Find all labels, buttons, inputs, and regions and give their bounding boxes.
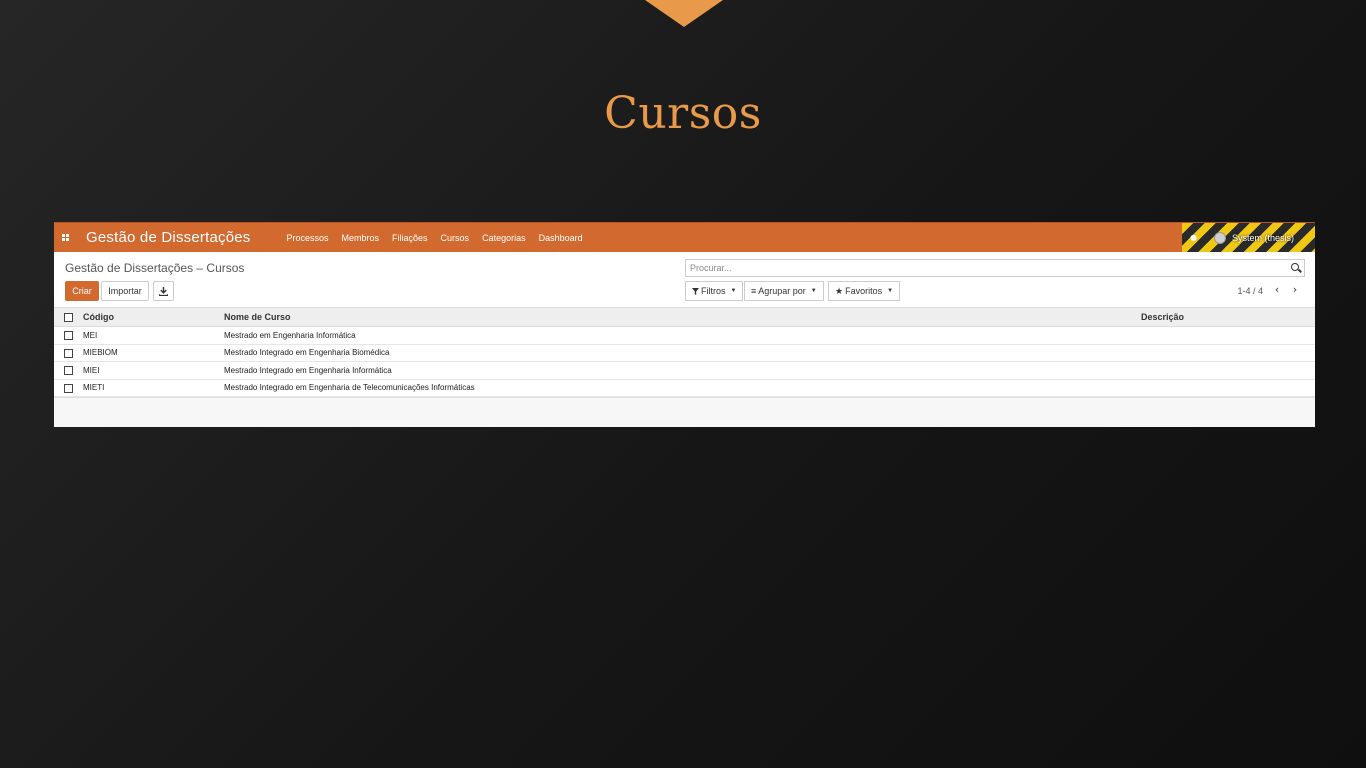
app-brand[interactable]: Gestão de Dissertações [86,229,250,246]
column-header-name[interactable]: Nome de Curso [224,308,291,326]
row-code: MEI [83,330,98,340]
column-header-description[interactable]: Descrição [1141,308,1184,326]
search-box [685,259,1305,277]
select-all-checkbox[interactable] [64,313,73,322]
filters-label: Filtros [701,286,726,296]
row-checkbox[interactable] [64,348,73,358]
group-by-label: Agrupar por [758,286,806,296]
caret-down-icon: ▼ [887,288,894,294]
table-row[interactable]: MEI Mestrado em Engenharia Informática [54,327,1315,345]
row-name: Mestrado Integrado em Engenharia de Tele… [224,383,475,393]
top-navbar: Gestão de Dissertações Processos Membros… [54,222,1315,253]
menu-item-dashboard[interactable]: Dashboard [539,233,583,243]
slide-title: Cursos [604,88,762,139]
download-button[interactable] [153,281,174,301]
control-panel: Gestão de Dissertações – Cursos Criar Im… [54,252,1315,308]
row-name: Mestrado Integrado em Engenharia Biomédi… [224,348,390,358]
favorites-label: Favoritos [845,286,883,296]
table-row[interactable]: MIEBIOM Mestrado Integrado em Engenharia… [54,344,1315,362]
menu-item-filiacoes[interactable]: Filiações [392,233,428,243]
menu-item-membros[interactable]: Membros [342,233,380,243]
breadcrumb: Gestão de Dissertações – Cursos [65,261,245,275]
favorites-dropdown[interactable]: ★ Favoritos ▼ [828,281,901,301]
download-icon [159,286,168,296]
menu-item-processos[interactable]: Processos [286,233,328,243]
group-by-dropdown[interactable]: ≡ Agrupar por ▼ [744,281,824,301]
slide-notch-decoration [645,0,723,27]
avatar[interactable] [1214,232,1226,244]
user-menu-label[interactable]: System (thesis) [1232,233,1294,243]
row-name: Mestrado em Engenharia Informática [224,330,356,340]
menu-item-cursos[interactable]: Cursos [441,233,470,243]
pager-previous-icon[interactable]: ‹ [1271,283,1283,296]
row-checkbox[interactable] [64,383,73,393]
star-icon: ★ [835,285,844,296]
bell-icon[interactable]: ● [1190,234,1198,242]
pager-next-icon[interactable]: › [1289,283,1301,296]
search-icon[interactable] [1288,260,1304,276]
filter-icon [692,287,699,295]
row-code: MIETI [83,383,105,393]
list-icon: ≡ [751,286,757,296]
system-user-area[interactable]: ● System (thesis) [1182,223,1315,253]
table-row[interactable]: MIEI Mestrado Integrado em Engenharia In… [54,362,1315,380]
row-checkbox[interactable] [64,331,73,341]
caret-down-icon: ▼ [810,288,817,294]
table-row[interactable]: MIETI Mestrado Integrado em Engenharia d… [54,379,1315,397]
table-header: Código Nome de Curso Descrição [54,308,1315,327]
filters-dropdown[interactable]: Filtros ▼ [685,281,744,301]
apps-menu-icon[interactable] [54,223,76,253]
pager-value[interactable]: 1-4 / 4 [1237,286,1263,296]
list-footer [54,397,1315,425]
column-header-code[interactable]: Código [83,308,114,326]
create-button[interactable]: Criar [65,281,99,301]
caret-down-icon: ▼ [730,288,737,294]
list-table: Código Nome de Curso Descrição MEI Mestr… [54,308,1315,397]
import-button[interactable]: Importar [101,281,149,301]
row-checkbox[interactable] [64,366,73,376]
row-code: MIEBIOM [83,348,118,358]
row-code: MIEI [83,365,100,375]
menu-item-categorias[interactable]: Categorias [482,233,526,243]
row-name: Mestrado Integrado em Engenharia Informá… [224,365,392,375]
app-window: Gestão de Dissertações Processos Membros… [54,222,1315,427]
search-input[interactable] [686,263,1288,273]
